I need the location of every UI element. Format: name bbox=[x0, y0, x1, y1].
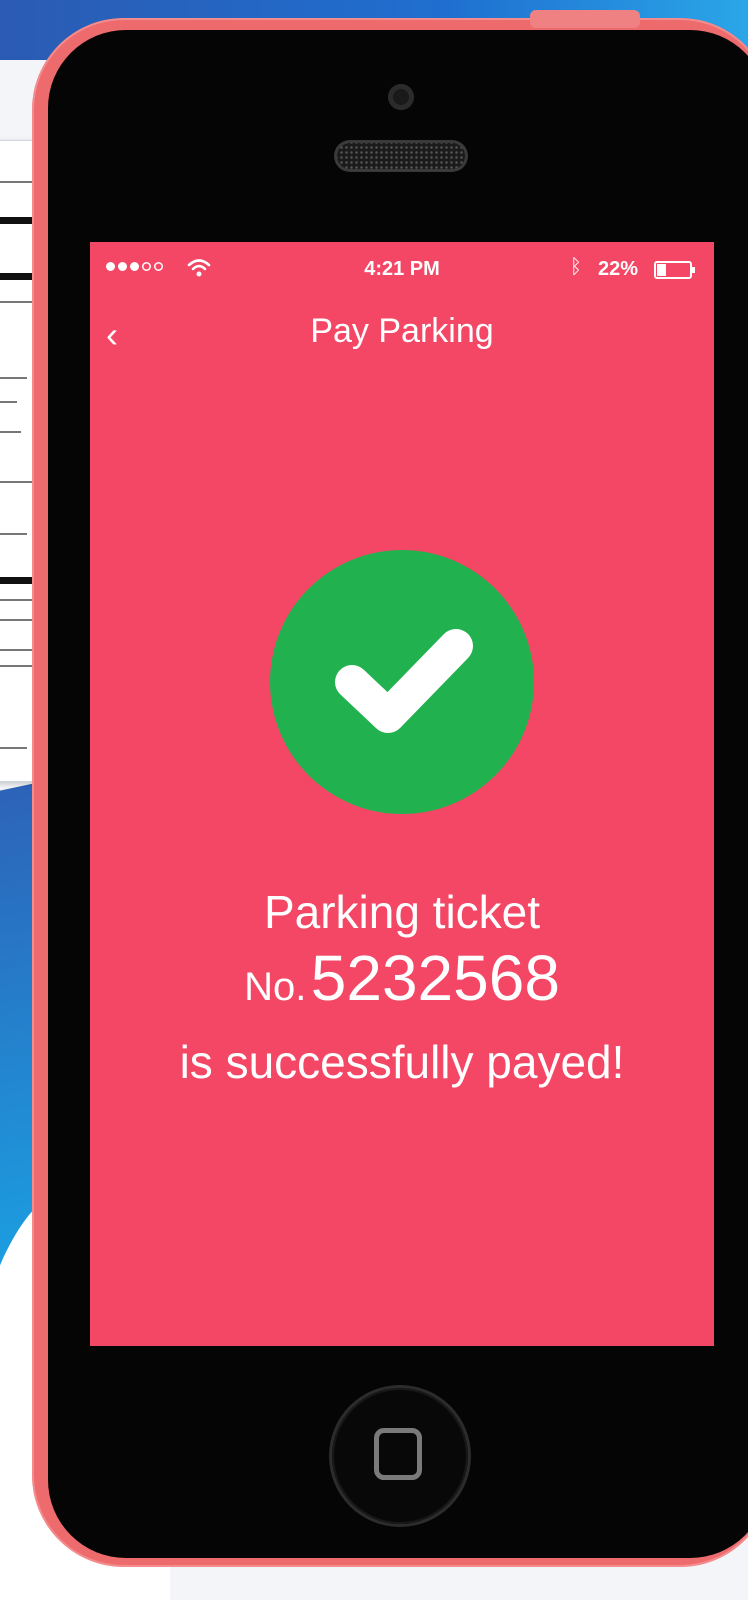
earpiece-speaker bbox=[334, 140, 468, 172]
page-title: Pay Parking bbox=[310, 312, 494, 350]
navigation-bar: ‹ Pay Parking bbox=[90, 302, 714, 372]
checkmark-icon bbox=[335, 629, 473, 733]
battery-icon bbox=[654, 261, 695, 279]
bluetooth-icon: ᛒ bbox=[570, 256, 582, 278]
status-bar: 4:21 PM ᛒ 22% bbox=[90, 242, 714, 298]
app-screen: 4:21 PM ᛒ 22% ‹ Pay Parking Parking tick… bbox=[90, 242, 714, 1346]
message-status: is successfully payed! bbox=[179, 1036, 625, 1088]
home-button-icon bbox=[374, 1428, 422, 1480]
ticket-number-label: No. bbox=[244, 965, 307, 1009]
ticket-number: 5232568 bbox=[310, 942, 560, 1014]
payment-confirmation-message: Parking ticket No. 5232568 is successful… bbox=[90, 882, 714, 1092]
success-badge bbox=[270, 550, 534, 814]
message-heading: Parking ticket bbox=[263, 886, 541, 938]
battery-percent: 22% bbox=[598, 258, 639, 280]
ticket-number-line: No. 5232568 bbox=[90, 942, 714, 1032]
phone-power-button bbox=[530, 10, 640, 28]
front-camera bbox=[388, 84, 414, 110]
home-button[interactable] bbox=[332, 1388, 468, 1524]
